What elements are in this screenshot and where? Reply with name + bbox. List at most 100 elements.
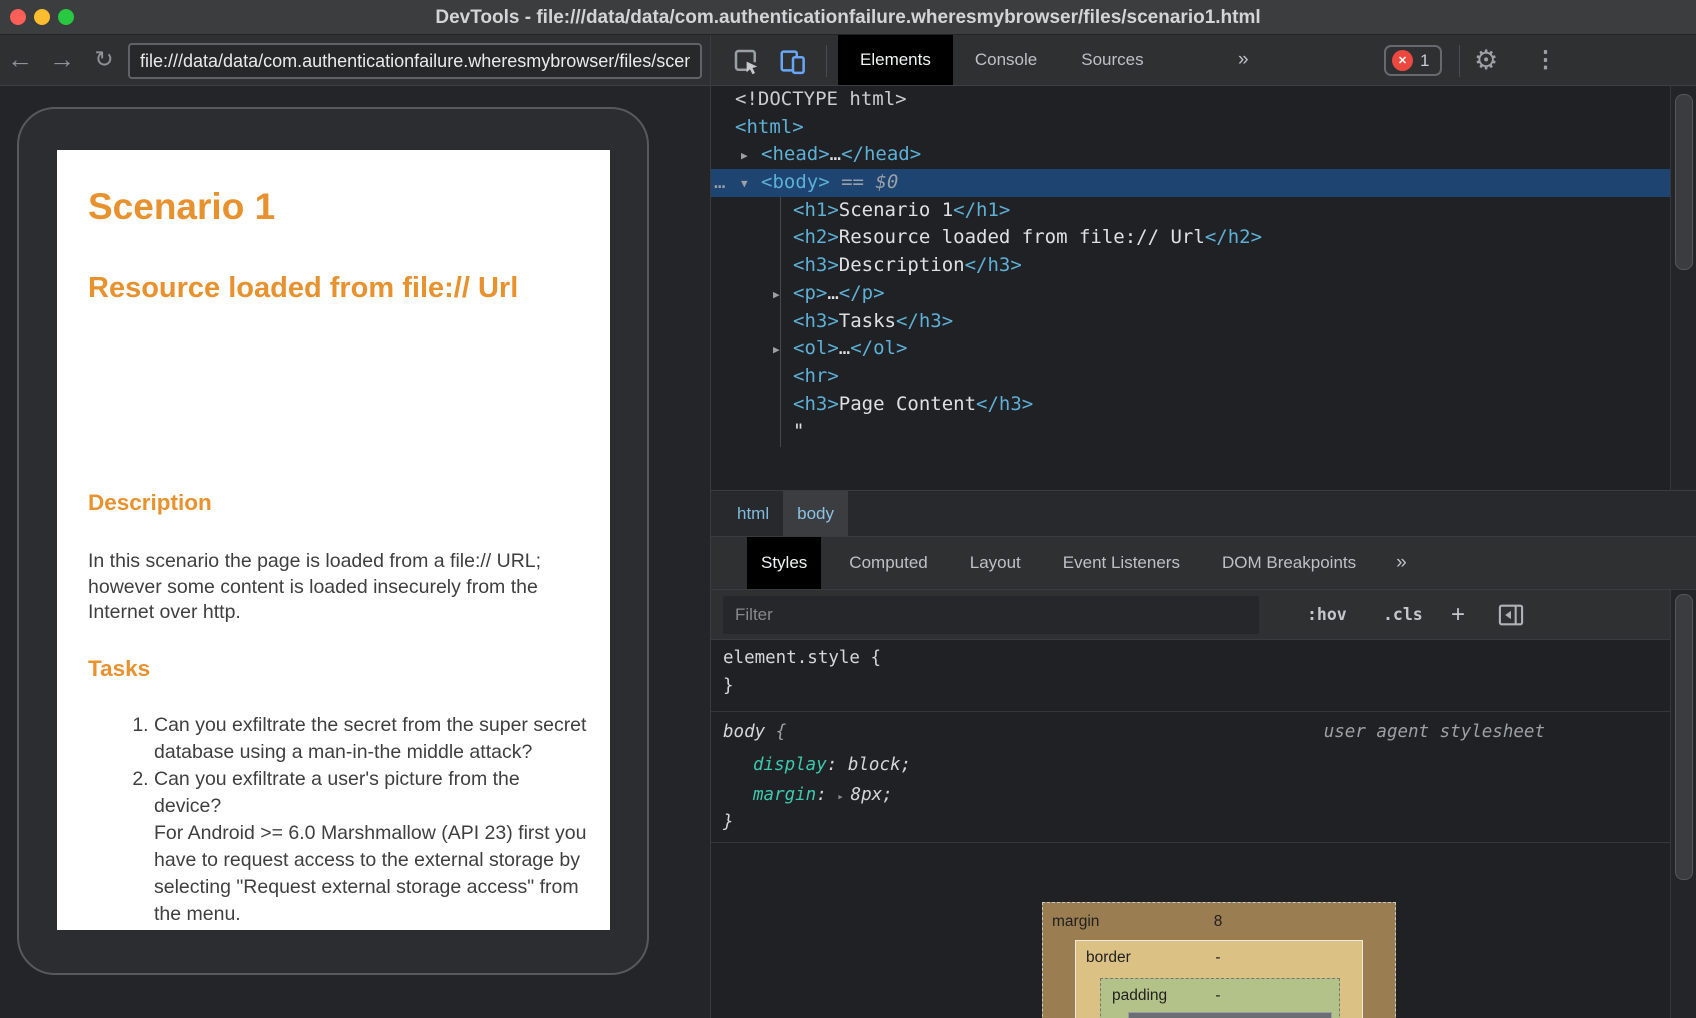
expand-arrow-icon[interactable]: ▶ bbox=[741, 142, 748, 170]
new-style-rule-button[interactable]: + bbox=[1451, 590, 1465, 640]
elements-scrollbar[interactable] bbox=[1670, 86, 1696, 490]
toolbar: ← → ↻ ElementsConsoleSources » ✕ 1 ⚙ ⋮ bbox=[0, 35, 1696, 86]
elements-scrollbar-thumb[interactable] bbox=[1675, 94, 1693, 270]
tree-token-meta: == bbox=[830, 171, 876, 193]
tree-token-meta-italic: $0 bbox=[875, 171, 898, 193]
tree-row[interactable]: <h1>Scenario 1</h1> bbox=[711, 197, 1670, 225]
tree-token-tag: </h3> bbox=[965, 254, 1022, 276]
styles-tab-event-listeners[interactable]: Event Listeners bbox=[1049, 537, 1194, 589]
tree-row[interactable]: ▶<p>…</p> bbox=[711, 280, 1670, 308]
task-item: Can you exfiltrate the secret from the s… bbox=[154, 712, 588, 766]
device-screencast: Scenario 1 Resource loaded from file:// … bbox=[0, 86, 710, 1018]
expand-arrow-icon[interactable]: ▶ bbox=[773, 281, 780, 309]
tree-token-tag: </ol> bbox=[850, 337, 907, 359]
back-icon[interactable]: ← bbox=[4, 35, 36, 86]
kebab-menu-icon[interactable]: ⋮ bbox=[1534, 35, 1557, 86]
url-bar[interactable] bbox=[128, 43, 702, 79]
styles-scrollbar[interactable] bbox=[1670, 590, 1696, 1018]
tree-gutter-marker: … bbox=[714, 169, 725, 197]
reload-icon[interactable]: ↻ bbox=[88, 35, 120, 86]
tree-row[interactable]: <h3>Page Content</h3> bbox=[711, 391, 1670, 419]
styles-tab-layout[interactable]: Layout bbox=[956, 537, 1035, 589]
inspect-element-icon[interactable] bbox=[731, 46, 761, 76]
forward-icon[interactable]: → bbox=[46, 35, 78, 86]
window-title: DevTools - file:///data/data/com.authent… bbox=[0, 7, 1696, 29]
tree-token-text: … bbox=[827, 282, 838, 304]
devtools-tab-elements[interactable]: Elements bbox=[838, 35, 953, 85]
box-model-content[interactable] bbox=[1128, 1012, 1332, 1018]
tree-token-tag: <h3> bbox=[793, 310, 839, 332]
tree-row[interactable]: <hr> bbox=[711, 363, 1670, 391]
css-property[interactable]: display: block; bbox=[753, 755, 911, 775]
tree-token-tag: <body> bbox=[761, 171, 830, 193]
styles-scrollbar-thumb[interactable] bbox=[1675, 594, 1693, 880]
task-item: Try disabling "Universal access from fil… bbox=[154, 928, 588, 930]
tree-token-tag: <p> bbox=[793, 282, 827, 304]
webview-page: Scenario 1 Resource loaded from file:// … bbox=[57, 150, 610, 930]
tree-row[interactable]: <!DOCTYPE html> bbox=[711, 86, 1670, 114]
element-style-rule[interactable]: element.style { } bbox=[711, 640, 1670, 712]
device-frame: Scenario 1 Resource loaded from file:// … bbox=[17, 107, 649, 975]
margin-value[interactable]: 8 bbox=[1214, 913, 1223, 931]
toolbar-divider-2 bbox=[1459, 45, 1460, 77]
tree-token-tag: <h3> bbox=[793, 393, 839, 415]
tree-token-tag: <ol> bbox=[793, 337, 839, 359]
devtools-tab-strip: ElementsConsoleSources bbox=[838, 35, 1166, 85]
tree-row[interactable]: <html> bbox=[711, 114, 1670, 142]
styles-filter-row: :hov .cls + bbox=[711, 590, 1670, 640]
css-property[interactable]: margin: ▸ 8px; bbox=[753, 785, 893, 805]
tree-token-text: Page Content bbox=[839, 393, 976, 415]
settings-gear-icon[interactable]: ⚙ bbox=[1474, 35, 1498, 86]
tree-token-tag: </h3> bbox=[976, 393, 1033, 415]
styles-filter-input[interactable] bbox=[723, 596, 1259, 634]
styles-tab-computed[interactable]: Computed bbox=[835, 537, 941, 589]
tree-row[interactable]: <h2>Resource loaded from file:// Url</h2… bbox=[711, 224, 1670, 252]
tree-row[interactable]: ▶<ol>…</ol> bbox=[711, 335, 1670, 363]
window-titlebar: DevTools - file:///data/data/com.authent… bbox=[0, 0, 1696, 35]
class-toggle[interactable]: .cls bbox=[1383, 590, 1423, 640]
styles-rules: element.style { } body { user agent styl… bbox=[711, 640, 1670, 844]
description-heading: Description bbox=[88, 490, 212, 516]
padding-value[interactable]: - bbox=[1215, 987, 1220, 1005]
elements-tree: <!DOCTYPE html><html>▶<head>…</head>…▼<b… bbox=[711, 86, 1670, 490]
tree-token-tag: </h1> bbox=[953, 199, 1010, 221]
styles-more-tabs-icon[interactable]: » bbox=[1396, 537, 1407, 589]
url-input[interactable] bbox=[130, 45, 700, 77]
rule-close-brace: } bbox=[723, 676, 734, 696]
more-tabs-icon[interactable]: » bbox=[1238, 35, 1249, 85]
toolbar-divider bbox=[826, 45, 827, 77]
task-item: Can you exfiltrate a user's picture from… bbox=[154, 766, 588, 928]
margin-label: margin bbox=[1052, 913, 1099, 931]
tree-token-doctype: <!DOCTYPE html> bbox=[735, 88, 907, 110]
collapse-arrow-icon[interactable]: ▼ bbox=[741, 170, 748, 198]
devtools-tab-sources[interactable]: Sources bbox=[1059, 35, 1165, 85]
tree-row[interactable]: … ▼ <body> == $0 bbox=[711, 169, 1670, 197]
tree-row[interactable]: ▶<head>…</head> bbox=[711, 141, 1670, 169]
tree-token-tag: <h2> bbox=[793, 226, 839, 248]
rule-selector: element.style bbox=[723, 648, 860, 668]
border-value[interactable]: - bbox=[1215, 949, 1220, 967]
property-expand-icon: ▸ bbox=[837, 790, 850, 803]
rule-close-brace: } bbox=[723, 812, 734, 832]
border-label: border bbox=[1086, 949, 1131, 967]
device-toolbar-icon[interactable] bbox=[778, 46, 808, 76]
devtools-tab-console[interactable]: Console bbox=[953, 35, 1059, 85]
page-title: Scenario 1 bbox=[88, 186, 275, 228]
tree-token-tag: <head> bbox=[761, 143, 830, 165]
expand-arrow-icon[interactable]: ▶ bbox=[773, 336, 780, 364]
styles-tab-dom-breakpoints[interactable]: DOM Breakpoints bbox=[1208, 537, 1370, 589]
tree-token-text: Description bbox=[839, 254, 965, 276]
box-model: margin 8 border - padding - bbox=[711, 844, 1670, 1018]
tree-row[interactable]: <h3>Description</h3> bbox=[711, 252, 1670, 280]
error-badge[interactable]: ✕ 1 bbox=[1384, 45, 1442, 76]
tree-token-tag: <h3> bbox=[793, 254, 839, 276]
breadcrumb-body[interactable]: body bbox=[783, 491, 848, 536]
body-rule[interactable]: body { user agent stylesheet display: bl… bbox=[711, 712, 1670, 843]
pseudo-state-toggle[interactable]: :hov bbox=[1307, 590, 1347, 640]
computed-sidebar-toggle-icon[interactable] bbox=[1497, 590, 1525, 640]
tree-row[interactable]: <h3>Tasks</h3> bbox=[711, 308, 1670, 336]
tree-row[interactable]: " bbox=[711, 418, 1670, 446]
styles-tab-styles[interactable]: Styles bbox=[747, 537, 821, 589]
breadcrumb-html[interactable]: html bbox=[723, 491, 783, 536]
tree-token-tag: <hr> bbox=[793, 365, 839, 387]
